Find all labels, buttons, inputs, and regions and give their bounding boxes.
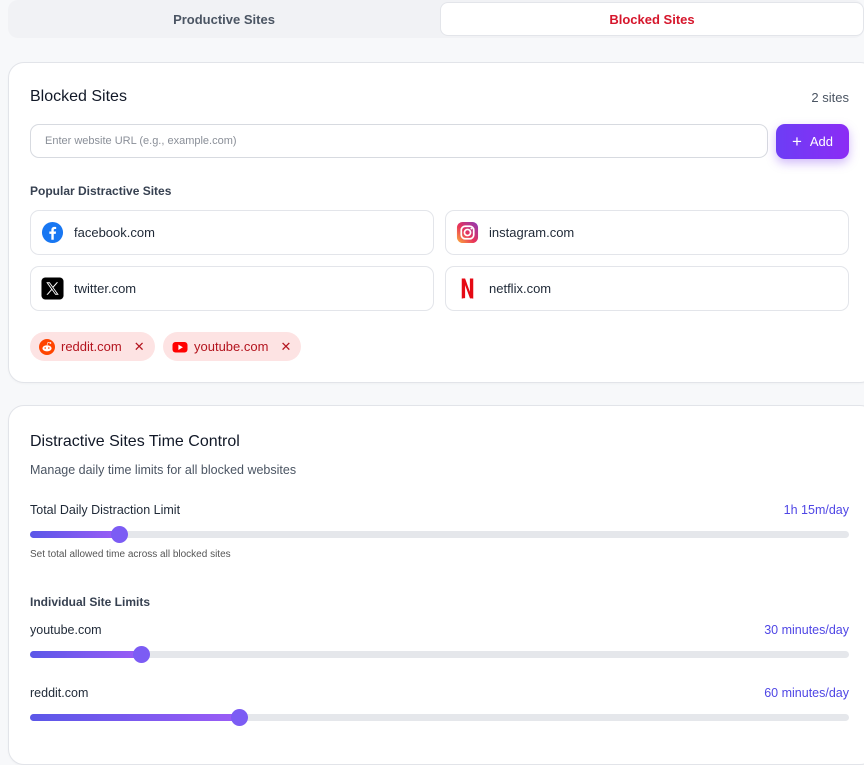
popular-site-netflix[interactable]: netflix.com [445, 266, 849, 311]
blocked-chip-reddit: reddit.com ✕ [30, 332, 155, 361]
youtube-icon [172, 339, 188, 355]
site-limit-label-youtube: youtube.com [30, 623, 102, 637]
site-limit-slider-reddit[interactable] [30, 709, 849, 726]
slider-fill [30, 714, 239, 721]
total-limit-slider[interactable] [30, 526, 849, 543]
total-limit-value: 1h 15m/day [783, 503, 849, 517]
remove-reddit-button[interactable]: ✕ [134, 339, 145, 355]
netflix-icon [456, 277, 479, 300]
blocked-sites-count: 2 sites [811, 90, 849, 105]
time-control-card: Distractive Sites Time Control Manage da… [8, 405, 864, 765]
reddit-icon [39, 338, 55, 355]
slider-thumb[interactable] [132, 646, 150, 663]
tab-productive-sites[interactable]: Productive Sites [8, 2, 440, 36]
popular-sites-title: Popular Distractive Sites [30, 184, 172, 198]
site-limit-value-reddit: 60 minutes/day [764, 686, 849, 700]
blocked-chip-youtube: youtube.com ✕ [163, 332, 302, 361]
tab-blocked-sites[interactable]: Blocked Sites [440, 2, 864, 36]
blocked-sites-title: Blocked Sites [30, 88, 127, 105]
site-limit-label-reddit: reddit.com [30, 686, 89, 700]
slider-fill [30, 531, 120, 538]
slider-fill [30, 651, 141, 658]
popular-site-label: netflix.com [489, 281, 552, 296]
popular-site-twitter[interactable]: twitter.com [30, 266, 434, 311]
popular-site-label: twitter.com [74, 281, 137, 296]
time-control-subtitle: Manage daily time limits for all blocked… [30, 463, 297, 477]
popular-site-facebook[interactable]: facebook.com [30, 210, 434, 255]
time-control-title: Distractive Sites Time Control [30, 433, 240, 450]
slider-thumb[interactable] [111, 526, 129, 543]
website-url-input[interactable] [30, 124, 768, 158]
facebook-icon [41, 221, 64, 244]
popular-site-instagram[interactable]: instagram.com [445, 210, 849, 255]
plus-icon: + [791, 132, 802, 151]
blocked-chip-label: youtube.com [194, 339, 269, 354]
instagram-icon [456, 221, 479, 244]
tab-bar: Productive Sites Blocked Sites [8, 0, 864, 38]
add-site-button[interactable]: + Add [776, 124, 849, 159]
x-twitter-icon [41, 277, 64, 300]
popular-site-label: facebook.com [74, 225, 155, 240]
add-label: Add [809, 134, 834, 149]
blocked-sites-card: Blocked Sites 2 sites + Add Popular Dist… [8, 62, 864, 383]
blocked-chip-label: reddit.com [61, 339, 122, 354]
remove-youtube-button[interactable]: ✕ [280, 339, 291, 355]
site-limit-value-youtube: 30 minutes/day [764, 623, 849, 637]
slider-thumb[interactable] [230, 709, 248, 726]
site-limit-slider-youtube[interactable] [30, 646, 849, 663]
total-limit-label: Total Daily Distraction Limit [30, 503, 181, 517]
popular-site-label: instagram.com [489, 225, 575, 240]
total-limit-help: Set total allowed time across all blocke… [30, 549, 231, 560]
individual-limits-title: Individual Site Limits [30, 595, 151, 609]
